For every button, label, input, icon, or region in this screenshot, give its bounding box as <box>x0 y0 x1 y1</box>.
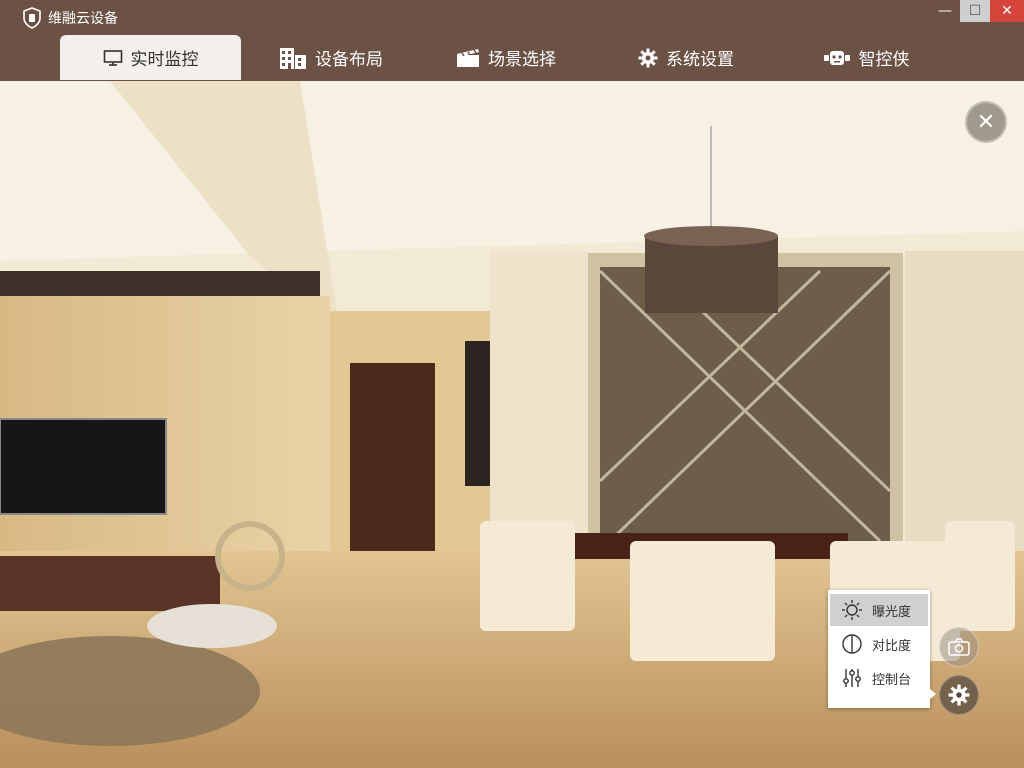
menu-pointer <box>930 689 936 699</box>
menu-item-label: 曝光度 <box>872 604 912 620</box>
maximize-button[interactable]: ☐ <box>960 0 990 22</box>
shield-logo-icon <box>23 7 41 29</box>
tab-label: 场景选择 <box>488 50 556 70</box>
tab-scene-select[interactable]: 场景选择 <box>421 35 591 80</box>
settings-button[interactable] <box>939 675 979 715</box>
app-title-text: 维融云设备 <box>48 11 118 27</box>
sun-icon <box>840 598 864 622</box>
window-controls: — ☐ ✕ <box>930 0 1024 22</box>
menu-item-console[interactable]: 控制台 <box>828 662 930 694</box>
close-button[interactable]: ✕ <box>990 0 1024 22</box>
main-nav: 实时监控 设备布局 场景选择 系统设置 智控侠 <box>60 35 951 80</box>
tab-system-settings[interactable]: 系统设置 <box>591 35 781 80</box>
snapshot-button[interactable] <box>939 627 979 667</box>
tab-realtime-monitor[interactable]: 实时监控 <box>60 35 241 80</box>
menu-item-label: 对比度 <box>872 638 912 654</box>
contrast-icon <box>840 632 864 656</box>
app-title: 维融云设备 <box>22 6 118 30</box>
building-icon <box>279 46 307 70</box>
tab-label: 实时监控 <box>130 50 199 70</box>
title-bar: 维融云设备 — ☐ ✕ 实时监控 设备布局 场景选择 系统设置 智控侠 <box>0 0 1024 81</box>
menu-item-label: 控制台 <box>872 672 912 688</box>
menu-item-exposure[interactable]: 曝光度 <box>830 594 928 626</box>
camera-settings-menu: 曝光度 对比度 控制台 <box>828 590 930 708</box>
clapperboard-icon <box>456 48 480 68</box>
minimize-button[interactable]: — <box>930 0 960 22</box>
close-icon: ✕ <box>976 109 996 135</box>
sliders-icon <box>840 666 864 690</box>
robot-icon <box>823 48 851 68</box>
tab-label: 系统设置 <box>666 50 734 70</box>
tab-smart-control[interactable]: 智控侠 <box>781 35 951 80</box>
monitor-icon <box>103 49 123 67</box>
close-feed-button[interactable]: ✕ <box>965 101 1007 143</box>
tab-device-layout[interactable]: 设备布局 <box>241 35 421 80</box>
tab-label: 设备布局 <box>315 50 383 70</box>
tab-label: 智控侠 <box>858 50 910 70</box>
menu-item-contrast[interactable]: 对比度 <box>828 628 930 660</box>
camera-icon <box>948 638 970 656</box>
gear-icon <box>948 684 970 706</box>
gear-icon <box>638 48 658 68</box>
